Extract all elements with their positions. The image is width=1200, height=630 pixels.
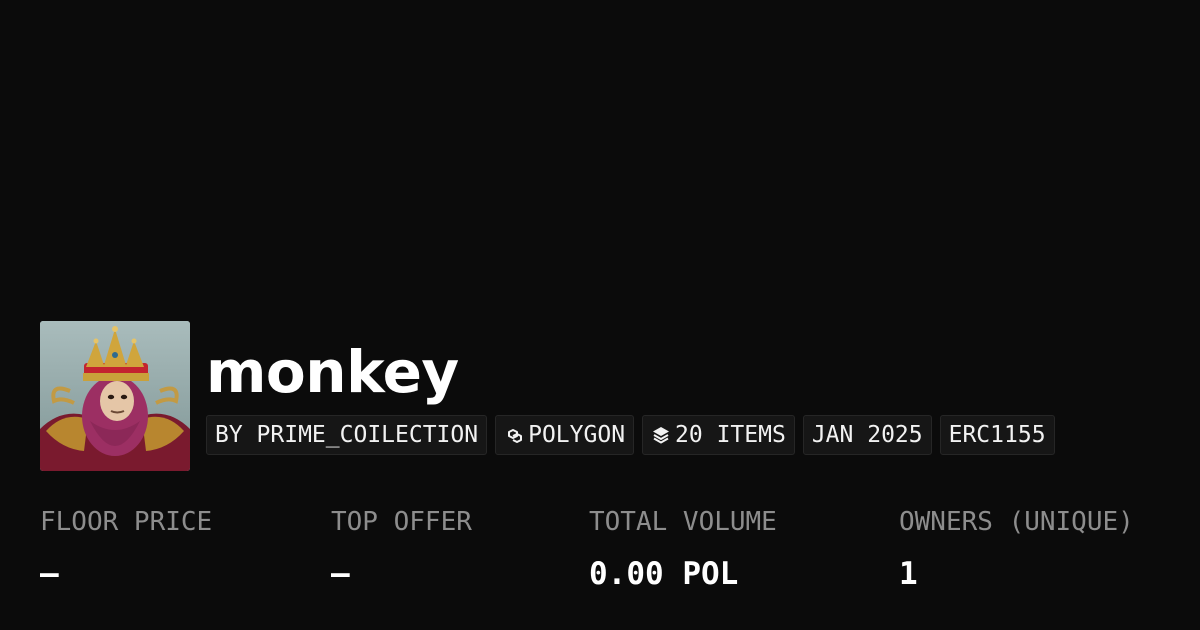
collection-title: monkey bbox=[206, 338, 459, 406]
chain-label: POLYGON bbox=[528, 422, 626, 448]
stat-value: – bbox=[331, 556, 350, 592]
stat-label: FLOOR PRICE bbox=[40, 507, 213, 537]
stat-floor-price: FLOOR PRICE – bbox=[40, 504, 212, 594]
stat-value: – bbox=[40, 556, 59, 592]
layers-icon bbox=[651, 425, 671, 445]
monkey-king-image bbox=[40, 321, 190, 471]
collection-avatar bbox=[40, 321, 190, 471]
collection-badges: BY PRIME_COILECTION POLYGON 20 ITEMS JAN… bbox=[206, 415, 1055, 455]
items-label: 20 ITEMS bbox=[675, 422, 786, 448]
stat-value: 1 bbox=[899, 556, 918, 592]
items-badge: 20 ITEMS bbox=[642, 415, 795, 455]
date-label: JAN 2025 bbox=[811, 422, 923, 448]
stat-label: OWNERS (UNIQUE) bbox=[899, 507, 1134, 537]
date-badge: JAN 2025 bbox=[802, 415, 932, 455]
polygon-chain-icon bbox=[504, 425, 524, 445]
standard-badge: ERC1155 bbox=[939, 415, 1055, 455]
collection-stats: FLOOR PRICE – TOP OFFER – TOTAL VOLUME 0… bbox=[0, 504, 1200, 604]
creator-badge[interactable]: BY PRIME_COILECTION bbox=[206, 415, 488, 455]
stat-label: TOTAL VOLUME bbox=[589, 507, 777, 537]
standard-label: ERC1155 bbox=[948, 422, 1046, 448]
stat-owners: OWNERS (UNIQUE) 1 bbox=[899, 504, 1134, 594]
stat-value: 0.00 POL bbox=[589, 556, 739, 592]
stat-label: TOP OFFER bbox=[331, 507, 472, 537]
stat-top-offer: TOP OFFER – bbox=[331, 504, 472, 594]
stat-total-volume: TOTAL VOLUME 0.00 POL bbox=[589, 504, 777, 594]
creator-label: BY PRIME_COILECTION bbox=[215, 422, 479, 448]
chain-badge[interactable]: POLYGON bbox=[495, 415, 635, 455]
